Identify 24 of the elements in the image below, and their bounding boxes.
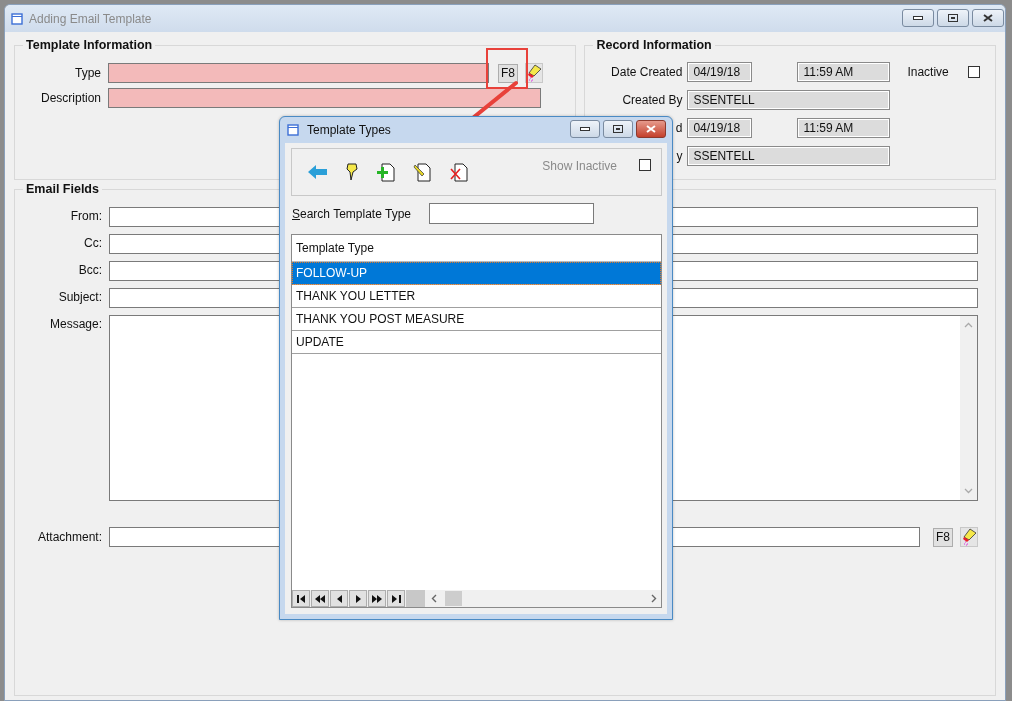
date-field: 04/19/18 <box>687 118 753 138</box>
window-title: Adding Email Template <box>29 11 152 26</box>
group-title: Record Information <box>595 38 713 52</box>
field-label: Cc: <box>83 235 102 250</box>
group-title: Email Fields <box>25 182 100 196</box>
field-label: Created By <box>622 93 683 107</box>
field-label: d <box>675 121 683 135</box>
dialog-title: Template Types <box>307 123 391 137</box>
field-label: Date Created <box>611 65 683 79</box>
field-label: Description <box>39 91 101 105</box>
field-label: y <box>676 149 683 163</box>
field-label: Bcc: <box>77 262 102 277</box>
field-label: Attachment: <box>36 530 102 544</box>
field-label: Type <box>74 66 101 80</box>
field-label: From: <box>69 208 102 223</box>
field-label: Subject: <box>57 289 102 304</box>
time-field: 11:59 AM <box>797 62 891 82</box>
inactive-label: Inactive <box>907 65 949 79</box>
date-field: 04/19/18 <box>687 62 753 82</box>
group-title: Template Information <box>25 38 154 52</box>
time-field: 11:59 AM <box>797 118 891 138</box>
show-inactive-label: Show Inactive <box>542 159 617 173</box>
field-label: Message: <box>48 316 102 331</box>
search-label: Search Template Type <box>292 206 411 221</box>
